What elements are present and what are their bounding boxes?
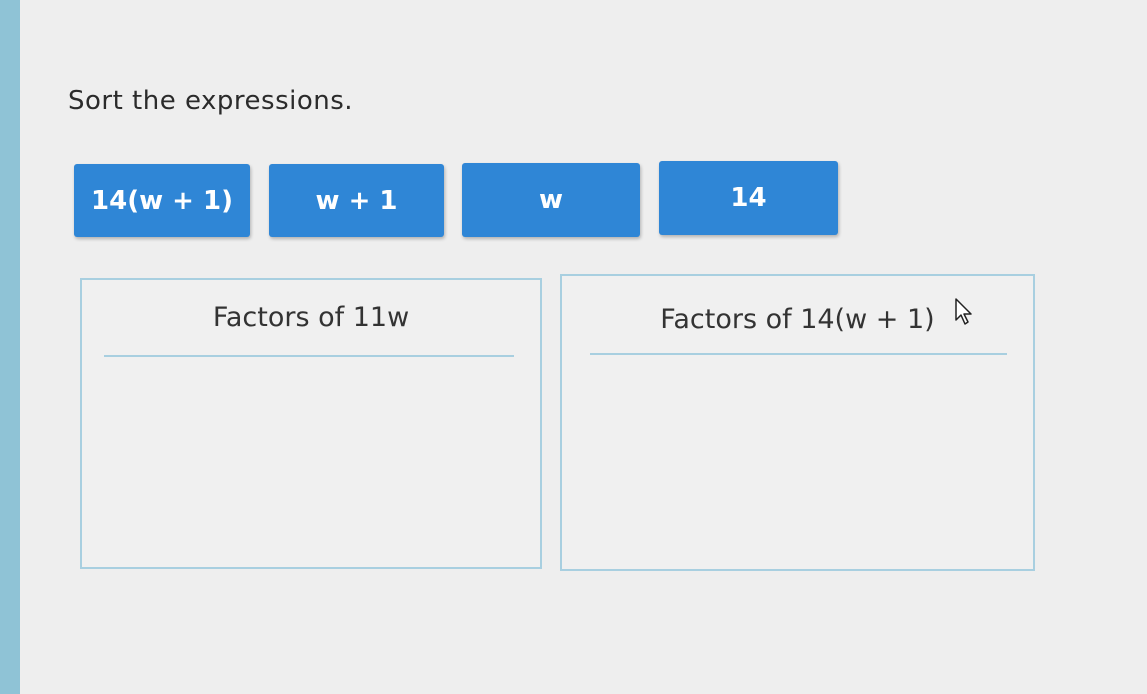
tile-label: w + 1 — [315, 185, 398, 216]
drop-zone-factors-of-11w[interactable]: Factors of 11w — [80, 278, 542, 569]
zone-divider — [104, 355, 514, 357]
tile-w[interactable]: w — [462, 163, 640, 237]
instruction-text: Sort the expressions. — [68, 86, 354, 116]
tile-label: w — [538, 185, 564, 215]
tile-label: 14(w + 1) — [91, 185, 233, 216]
zone-title-prefix: Factors of — [660, 304, 801, 335]
activity-page: Sort the expressions. 14(w + 1) w + 1 w … — [20, 0, 1147, 694]
zone-title-expression: 14(w + 1) — [800, 304, 935, 335]
tile-14[interactable]: 14 — [659, 161, 838, 235]
zone-title-expression: 11w — [352, 302, 410, 333]
tile-label: 14 — [730, 183, 767, 213]
zone-title-prefix: Factors of — [212, 302, 353, 333]
arrow-cursor-icon — [955, 298, 972, 325]
zone-divider — [590, 353, 1007, 355]
tile-14-w-plus-1[interactable]: 14(w + 1) — [74, 164, 250, 237]
zone-title: Factors of 11w — [82, 302, 540, 333]
tile-w-plus-1[interactable]: w + 1 — [269, 164, 444, 237]
